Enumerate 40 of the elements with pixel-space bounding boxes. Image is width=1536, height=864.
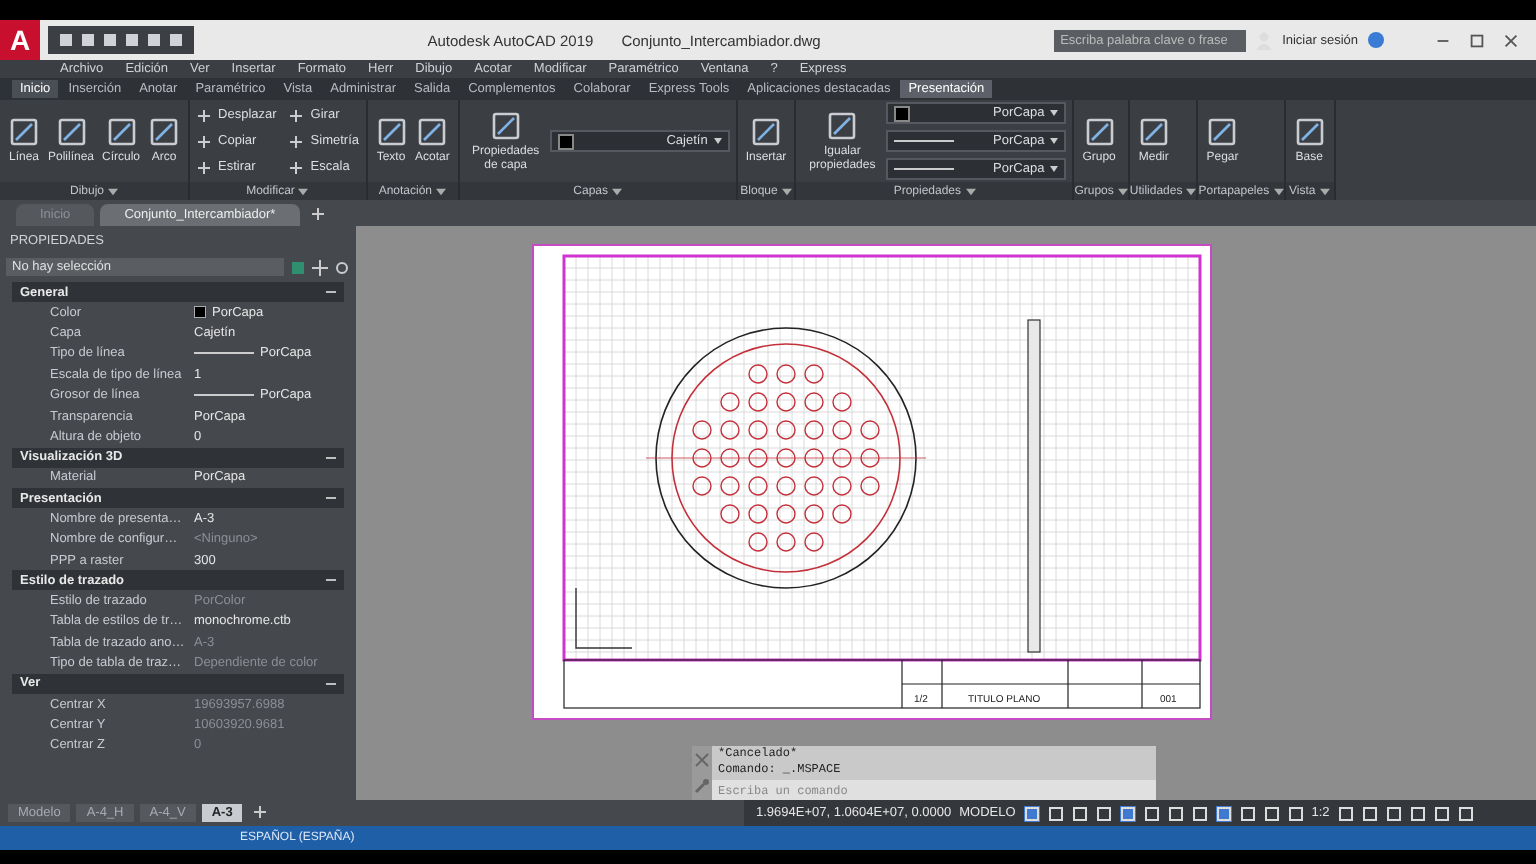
tool-icon — [288, 107, 305, 123]
tool-icon — [1293, 116, 1326, 149]
caret-icon[interactable] — [1117, 187, 1128, 195]
collapse-icon[interactable] — [326, 455, 336, 460]
caret-icon[interactable] — [436, 187, 447, 195]
collapse-icon[interactable] — [326, 578, 336, 583]
collapse-icon[interactable] — [326, 681, 336, 686]
tool-icon — [148, 116, 181, 149]
caret-icon[interactable] — [781, 187, 792, 195]
caret-icon[interactable] — [1273, 187, 1284, 195]
tool-icon — [826, 109, 859, 142]
caret-icon[interactable] — [1319, 187, 1330, 195]
maximize-icon[interactable] — [1468, 31, 1486, 49]
plus-icon[interactable] — [252, 803, 269, 819]
tool-icon — [1206, 116, 1239, 149]
tool-icon — [489, 109, 522, 142]
tool-icon — [196, 133, 213, 149]
tool-icon — [55, 116, 87, 149]
tool-icon — [750, 116, 783, 149]
tool-icon — [1083, 116, 1116, 149]
tool-icon — [1137, 116, 1170, 149]
tool-icon — [196, 159, 213, 175]
caret-icon[interactable] — [612, 187, 623, 195]
close-icon[interactable] — [1502, 31, 1520, 49]
tool-icon — [288, 159, 305, 175]
tool-icon — [375, 116, 407, 149]
caret-icon[interactable] — [298, 187, 309, 195]
app-logo[interactable]: A — [0, 20, 40, 60]
ucs-axes-icon — [575, 587, 633, 649]
tool-icon — [416, 116, 449, 149]
caret-icon[interactable] — [108, 187, 119, 195]
color-swatch-icon — [194, 306, 206, 319]
tool-icon — [196, 107, 213, 123]
caret-icon[interactable] — [1186, 187, 1197, 195]
plus-icon[interactable] — [309, 206, 326, 222]
tool-icon — [288, 133, 305, 149]
caret-icon[interactable] — [965, 187, 976, 195]
collapse-icon[interactable] — [326, 496, 336, 501]
tool-icon — [105, 116, 138, 149]
tool-icon — [8, 116, 40, 149]
